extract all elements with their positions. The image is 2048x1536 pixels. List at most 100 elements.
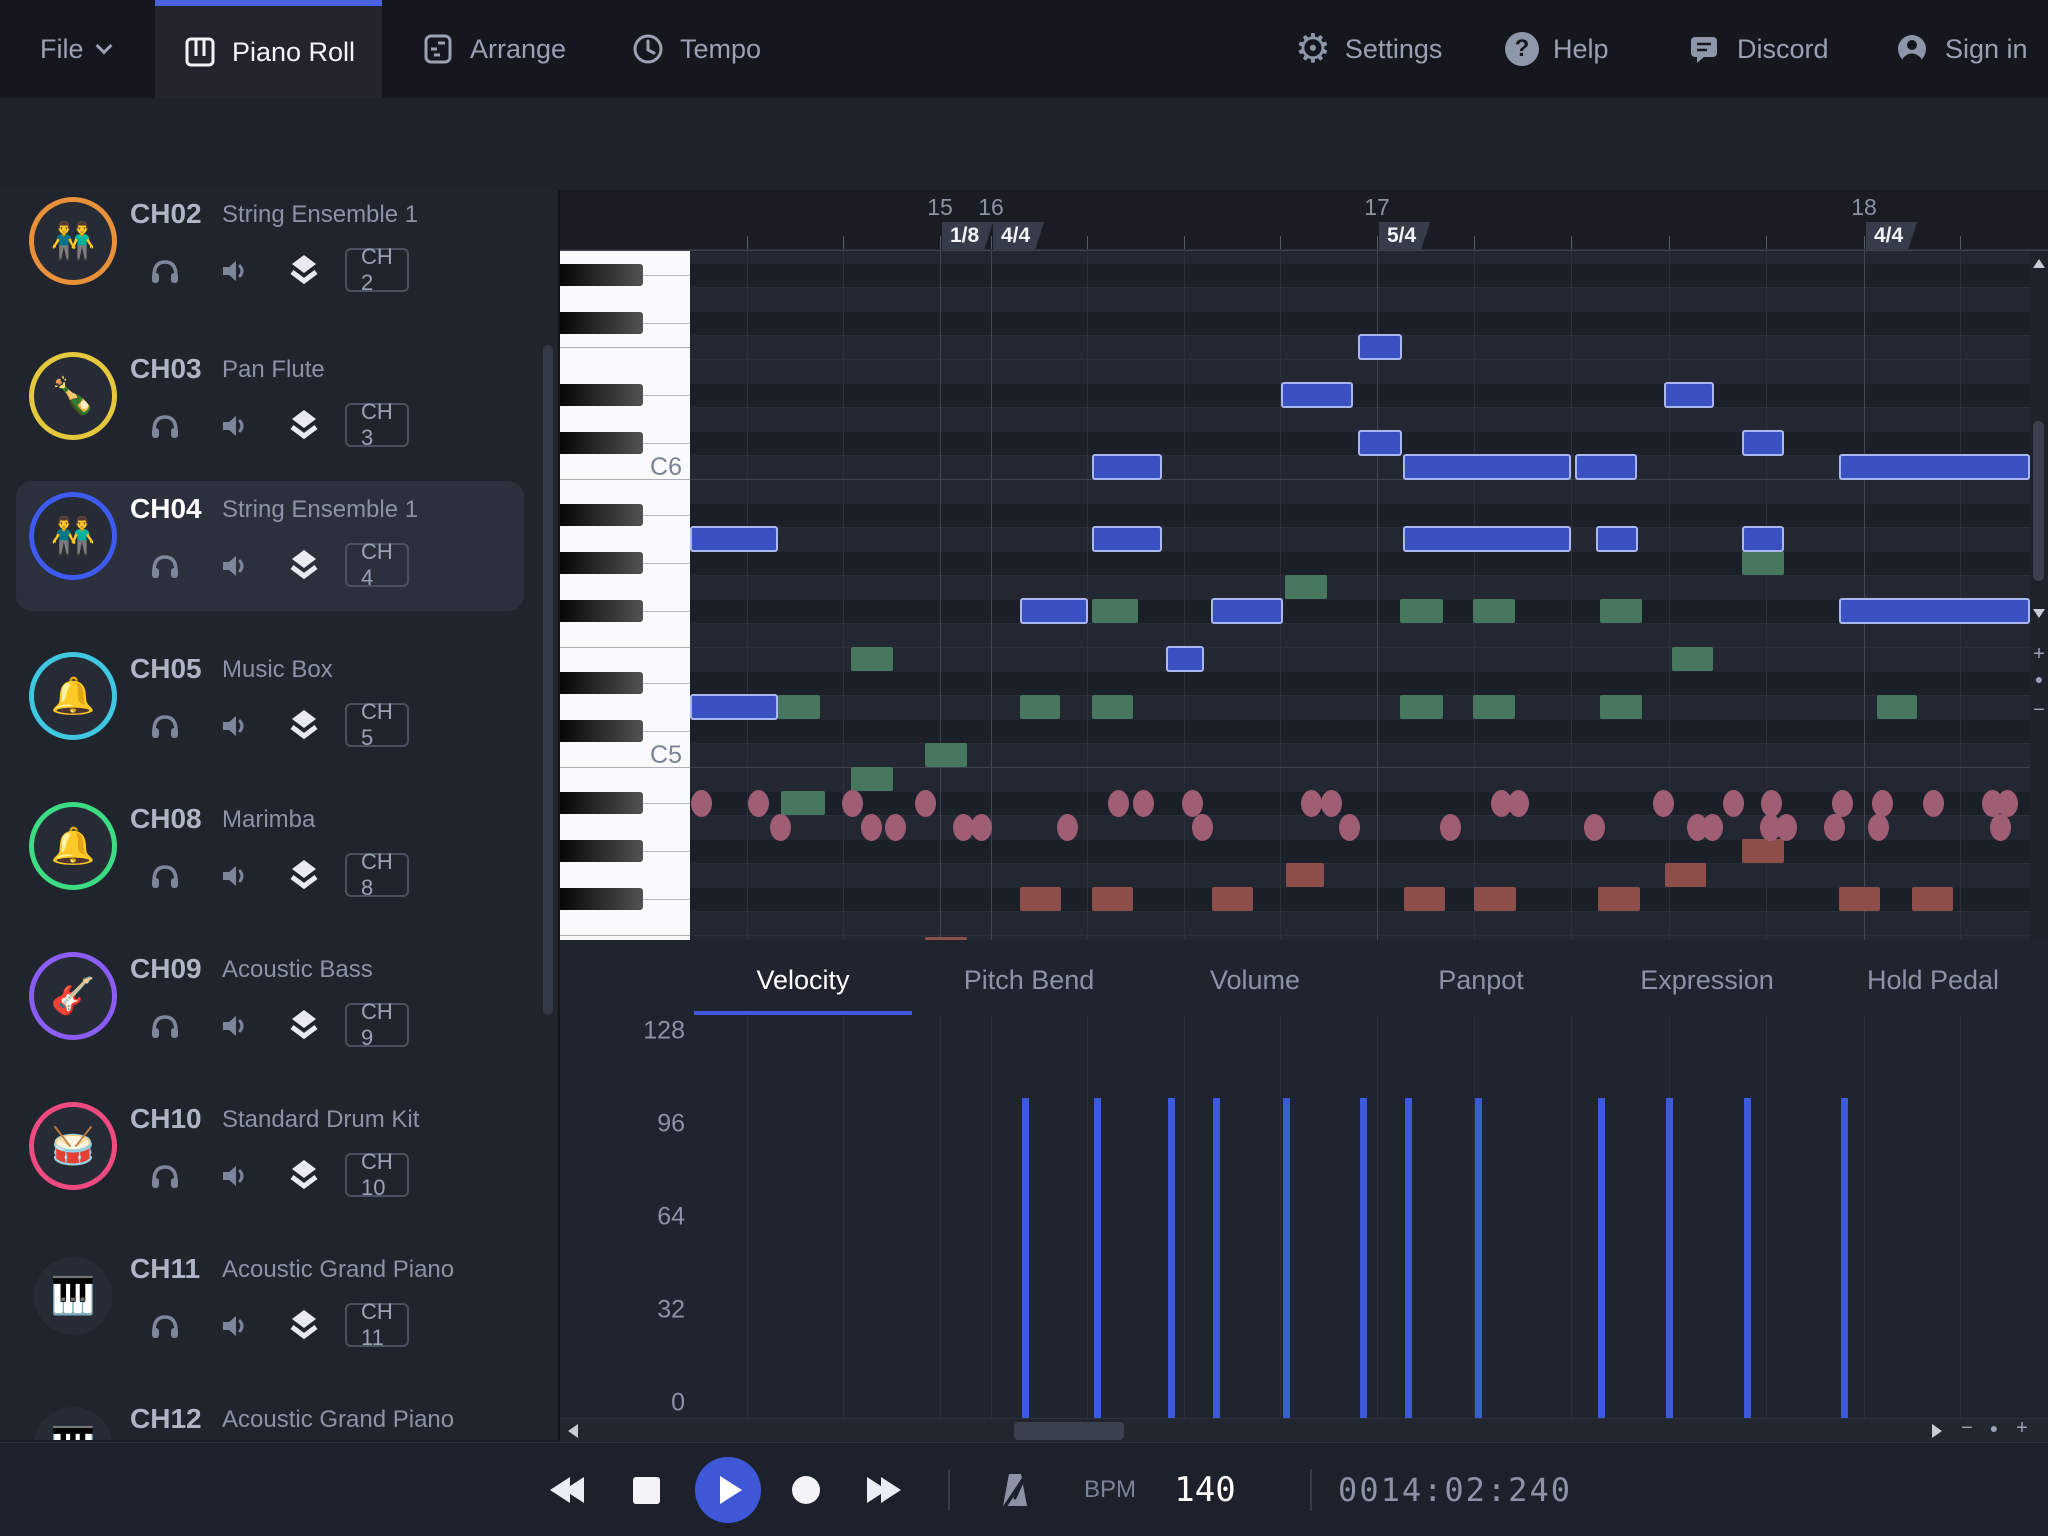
- measure-ruler[interactable]: 151/8164/4175/4184/4: [560, 190, 2048, 250]
- h-zoom-reset-icon[interactable]: ●: [1982, 1420, 2006, 1436]
- midi-note-selected-track[interactable]: [1211, 598, 1283, 624]
- black-key[interactable]: [560, 720, 643, 742]
- time-signature-badge[interactable]: 4/4: [1866, 222, 1917, 250]
- speaker-icon[interactable]: [218, 1309, 252, 1343]
- headphones-icon[interactable]: [148, 254, 182, 288]
- velocity-bar[interactable]: [1744, 1098, 1751, 1418]
- note-grid[interactable]: [690, 251, 2030, 940]
- layers-icon[interactable]: [286, 546, 322, 582]
- black-key[interactable]: [560, 888, 643, 910]
- velocity-bar[interactable]: [1168, 1098, 1175, 1418]
- drum-note-dot[interactable]: [915, 790, 936, 817]
- midi-note-green[interactable]: [1600, 695, 1642, 719]
- midi-note-red[interactable]: [1839, 887, 1880, 911]
- bpm-value[interactable]: 140: [1160, 1443, 1250, 1536]
- drum-note-dot[interactable]: [748, 790, 769, 817]
- track-row-ch02[interactable]: 👬CH02String Ensemble 1CH 2: [0, 190, 560, 320]
- drum-note-dot[interactable]: [1440, 814, 1461, 841]
- black-key[interactable]: [560, 792, 643, 814]
- drum-note-dot[interactable]: [1301, 790, 1322, 817]
- midi-note-selected-track[interactable]: [1358, 334, 1402, 360]
- metronome-toggle[interactable]: [985, 1443, 1045, 1536]
- drum-note-dot[interactable]: [1761, 790, 1782, 817]
- black-key[interactable]: [560, 264, 643, 286]
- midi-note-red[interactable]: [1286, 863, 1324, 887]
- stop-button[interactable]: [618, 1443, 674, 1536]
- sign-in-button[interactable]: Sign in: [1893, 0, 2028, 98]
- drum-note-dot[interactable]: [1832, 790, 1853, 817]
- time-signature-badge[interactable]: 5/4: [1379, 222, 1430, 250]
- midi-note-green[interactable]: [1672, 647, 1713, 671]
- midi-note-green[interactable]: [851, 767, 893, 791]
- midi-note-green[interactable]: [925, 743, 967, 767]
- black-key[interactable]: [560, 312, 643, 334]
- track-row-ch04[interactable]: 👬CH04String Ensemble 1CH 4: [0, 485, 560, 615]
- layers-icon[interactable]: [286, 1156, 322, 1192]
- drum-note-dot[interactable]: [770, 814, 791, 841]
- speaker-icon[interactable]: [218, 254, 252, 288]
- velocity-bar[interactable]: [1475, 1098, 1482, 1418]
- speaker-icon[interactable]: [218, 1009, 252, 1043]
- track-list-scrollbar[interactable]: [543, 345, 553, 1015]
- layers-icon[interactable]: [286, 1306, 322, 1342]
- midi-note-red[interactable]: [1912, 887, 1953, 911]
- drum-note-dot[interactable]: [1321, 790, 1342, 817]
- midi-note-green[interactable]: [1400, 599, 1443, 623]
- midi-note-selected-track[interactable]: [1092, 454, 1162, 480]
- velocity-bar[interactable]: [1094, 1098, 1101, 1418]
- midi-note-selected-track[interactable]: [1839, 598, 2030, 624]
- black-key[interactable]: [560, 504, 643, 526]
- layers-icon[interactable]: [286, 406, 322, 442]
- midi-note-green[interactable]: [1877, 695, 1917, 719]
- midi-note-selected-track[interactable]: [1358, 430, 1402, 456]
- midi-note-red[interactable]: [1404, 887, 1445, 911]
- velocity-graph[interactable]: 1289664320: [560, 1015, 2048, 1418]
- midi-note-green[interactable]: [1400, 695, 1443, 719]
- headphones-icon[interactable]: [148, 1159, 182, 1193]
- controller-tab-hold-pedal[interactable]: Hold Pedal: [1820, 945, 2046, 1015]
- drum-note-dot[interactable]: [885, 814, 906, 841]
- track-row-ch03[interactable]: 🍾CH03Pan FluteCH 3: [0, 345, 560, 475]
- layers-icon[interactable]: [286, 251, 322, 287]
- drum-note-dot[interactable]: [842, 790, 863, 817]
- h-zoom-out-icon[interactable]: −: [1955, 1417, 1979, 1440]
- drum-note-dot[interactable]: [1339, 814, 1360, 841]
- drum-note-dot[interactable]: [1723, 790, 1744, 817]
- drum-note-dot[interactable]: [1192, 814, 1213, 841]
- track-row-ch11[interactable]: 🎹CH11Acoustic Grand PianoCH 11: [0, 1245, 560, 1375]
- time-signature-badge[interactable]: 1/8: [942, 222, 993, 250]
- discord-button[interactable]: Discord: [1685, 0, 1829, 98]
- drum-note-dot[interactable]: [971, 814, 992, 841]
- midi-note-selected-track[interactable]: [1664, 382, 1714, 408]
- drum-note-dot[interactable]: [1653, 790, 1674, 817]
- speaker-icon[interactable]: [218, 409, 252, 443]
- midi-note-green[interactable]: [1473, 695, 1515, 719]
- midi-note-red[interactable]: [1020, 887, 1061, 911]
- black-key[interactable]: [560, 600, 643, 622]
- black-key[interactable]: [560, 672, 643, 694]
- midi-note-selected-track[interactable]: [1281, 382, 1353, 408]
- track-row-ch10[interactable]: 🥁CH10Standard Drum KitCH 10: [0, 1095, 560, 1225]
- controller-tab-velocity[interactable]: Velocity: [690, 945, 916, 1015]
- zoom-in-icon[interactable]: +: [2030, 643, 2048, 666]
- headphones-icon[interactable]: [148, 1309, 182, 1343]
- midi-note-red[interactable]: [1212, 887, 1253, 911]
- track-row-ch05[interactable]: 🔔CH05Music BoxCH 5: [0, 645, 560, 775]
- midi-note-green[interactable]: [1742, 551, 1784, 575]
- play-button[interactable]: [692, 1443, 764, 1536]
- zoom-out-icon[interactable]: −: [2030, 699, 2048, 722]
- piano-keyboard[interactable]: C6C5: [560, 251, 690, 940]
- track-row-ch12[interactable]: 🎹CH12Acoustic Grand Piano: [0, 1395, 560, 1440]
- track-row-ch08[interactable]: 🔔CH08MarimbaCH 8: [0, 795, 560, 925]
- midi-note-selected-track[interactable]: [1092, 526, 1162, 552]
- layers-icon[interactable]: [286, 706, 322, 742]
- midi-note-green[interactable]: [781, 791, 825, 815]
- midi-note-selected-track[interactable]: [1166, 646, 1204, 672]
- midi-note-red[interactable]: [1598, 887, 1640, 911]
- zoom-reset-icon[interactable]: ●: [2030, 671, 2048, 687]
- midi-note-selected-track[interactable]: [1742, 430, 1784, 456]
- midi-note-green[interactable]: [1473, 599, 1515, 623]
- midi-note-selected-track[interactable]: [1403, 526, 1571, 552]
- midi-note-selected-track[interactable]: [1020, 598, 1088, 624]
- velocity-bar[interactable]: [1841, 1098, 1848, 1418]
